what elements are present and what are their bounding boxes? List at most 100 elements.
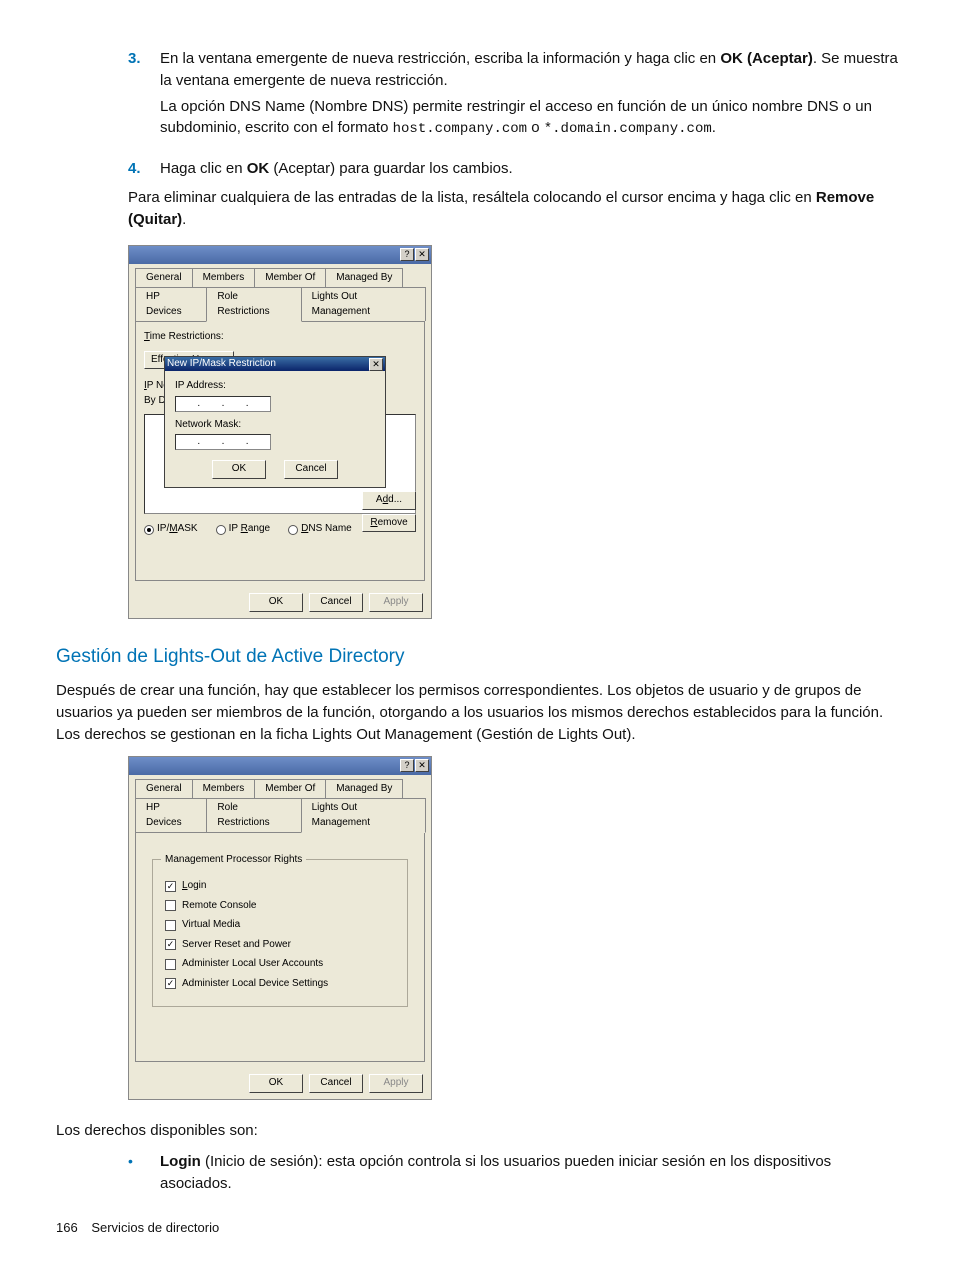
tab-managed-by[interactable]: Managed By [325, 779, 403, 799]
help-icon[interactable]: ? [400, 248, 414, 261]
checkbox-icon [165, 978, 176, 989]
bullet-item: • Login (Inicio de sesión): esta opción … [128, 1151, 898, 1195]
chk-login[interactable]: Login [165, 879, 395, 894]
dialog-footer: OK Cancel Apply [129, 1068, 431, 1099]
radio-ipmask[interactable]: IP/MASK [144, 522, 198, 537]
new-ip-mask-popup: New IP/Mask Restriction ✕ IP Address: . … [164, 356, 386, 488]
add-button[interactable]: Add... [362, 491, 416, 510]
chk-admin-device[interactable]: Administer Local Device Settings [165, 977, 395, 992]
tab-role-restrictions[interactable]: Role Restrictions [206, 287, 301, 322]
remove-button[interactable]: Remove [362, 514, 416, 533]
close-icon[interactable]: ✕ [415, 248, 429, 261]
step-3: 3. En la ventana emergente de nueva rest… [128, 48, 898, 150]
chk-label: Administer Local User Accounts [182, 957, 323, 972]
paragraph: Para eliminar cualquiera de las entradas… [128, 187, 898, 231]
tab-members[interactable]: Members [192, 779, 256, 799]
checkbox-icon [165, 881, 176, 892]
bullet-body: Login (Inicio de sesión): esta opción co… [160, 1151, 898, 1195]
section-heading: Gestión de Lights-Out de Active Director… [56, 643, 898, 671]
step-body: Haga clic en OK (Aceptar) para guardar l… [160, 158, 898, 180]
apply-button[interactable]: Apply [369, 1074, 423, 1093]
cancel-button[interactable]: Cancel [309, 593, 363, 612]
cancel-button[interactable]: Cancel [309, 1074, 363, 1093]
ok-button[interactable]: OK [249, 593, 303, 612]
step-list: 3. En la ventana emergente de nueva rest… [128, 48, 898, 179]
step-number: 3. [128, 48, 160, 150]
tab-lights-out[interactable]: Lights Out Management [301, 798, 426, 833]
chk-admin-users[interactable]: Administer Local User Accounts [165, 957, 395, 972]
text: Haga clic en [160, 160, 247, 177]
radio-icon [144, 525, 154, 535]
popup-title: New IP/Mask Restriction [167, 357, 276, 372]
checkbox-icon [165, 920, 176, 931]
step-number: 4. [128, 158, 160, 180]
radio-iprange[interactable]: IP Range [216, 522, 271, 537]
chk-remote-console[interactable]: Remote Console [165, 899, 395, 914]
radio-icon [216, 525, 226, 535]
checkbox-icon [165, 900, 176, 911]
dialog-footer: OK Cancel Apply [129, 587, 431, 618]
popup-ok-button[interactable]: OK [212, 460, 266, 479]
page-number: 166 [56, 1219, 78, 1238]
paragraph: La opción DNS Name (Nombre DNS) permite … [160, 96, 898, 140]
tab-general[interactable]: General [135, 268, 193, 288]
chk-virtual-media[interactable]: Virtual Media [165, 918, 395, 933]
rights-intro: Los derechos disponibles son: [56, 1120, 898, 1142]
chk-label: Virtual Media [182, 918, 240, 933]
bullet-icon: • [128, 1151, 160, 1195]
ok-button[interactable]: OK [249, 1074, 303, 1093]
chk-label: Remote Console [182, 899, 256, 914]
tab-hp-devices[interactable]: HP Devices [135, 798, 207, 832]
tab-lights-out[interactable]: Lights Out Management [301, 287, 426, 321]
lights-out-dialog: ? ✕ General Members Member Of Managed By… [128, 756, 432, 1100]
chk-label: Login [182, 879, 206, 894]
tab-member-of[interactable]: Member Of [254, 268, 326, 288]
checkbox-icon [165, 959, 176, 970]
ok-bold: OK [247, 160, 270, 177]
step-4: 4. Haga clic en OK (Aceptar) para guarda… [128, 158, 898, 180]
tab-hp-devices[interactable]: HP Devices [135, 287, 207, 321]
text: En la ventana emergente de nueva restric… [160, 50, 720, 67]
list-buttons: Add... Remove [362, 491, 416, 532]
radio-dnsname[interactable]: DNS Name [288, 522, 352, 537]
ip-address-label: IP Address: [175, 379, 375, 394]
checkbox-icon [165, 939, 176, 950]
tab-pane: Management Processor Rights Login Remote… [135, 832, 425, 1062]
titlebar: ? ✕ [129, 757, 431, 775]
chk-server-reset[interactable]: Server Reset and Power [165, 938, 395, 953]
step-body: En la ventana emergente de nueva restric… [160, 48, 898, 150]
help-icon[interactable]: ? [400, 759, 414, 772]
tab-members[interactable]: Members [192, 268, 256, 288]
chapter-title: Servicios de directorio [91, 1220, 219, 1235]
ip-address-input[interactable]: . . . [175, 396, 271, 412]
tab-pane: Time Restrictions: Effective Hours... IP… [135, 321, 425, 581]
chk-label: Server Reset and Power [182, 938, 291, 953]
code: host.company.com [393, 121, 527, 137]
tab-managed-by[interactable]: Managed By [325, 268, 403, 288]
text: . [182, 211, 186, 228]
network-mask-input[interactable]: . . . [175, 434, 271, 450]
apply-button[interactable]: Apply [369, 593, 423, 612]
tabs-row-2: HP Devices Role Restrictions Lights Out … [129, 798, 431, 832]
radio-icon [288, 525, 298, 535]
groupbox-title: Management Processor Rights [161, 853, 306, 868]
bullet-bold: Login [160, 1153, 201, 1170]
text: o [527, 119, 544, 136]
close-icon[interactable]: ✕ [415, 759, 429, 772]
tab-member-of[interactable]: Member Of [254, 779, 326, 799]
text: Para eliminar cualquiera de las entradas… [128, 189, 816, 206]
role-restrictions-dialog: ? ✕ General Members Member Of Managed By… [128, 245, 432, 619]
titlebar: ? ✕ [129, 246, 431, 264]
popup-cancel-button[interactable]: Cancel [284, 460, 338, 479]
tab-role-restrictions[interactable]: Role Restrictions [206, 798, 301, 832]
popup-body: IP Address: . . . Network Mask: . . . [165, 371, 385, 487]
chk-label: Administer Local Device Settings [182, 977, 328, 992]
network-mask-label: Network Mask: [175, 418, 375, 433]
tab-general[interactable]: General [135, 779, 193, 799]
tabs-row-1: General Members Member Of Managed By [129, 264, 431, 288]
close-icon[interactable]: ✕ [369, 358, 383, 371]
code: *.domain.company.com [544, 121, 712, 137]
section-paragraph: Después de crear una función, hay que es… [56, 680, 898, 745]
rights-groupbox: Management Processor Rights Login Remote… [152, 859, 408, 1007]
text: . [712, 119, 716, 136]
